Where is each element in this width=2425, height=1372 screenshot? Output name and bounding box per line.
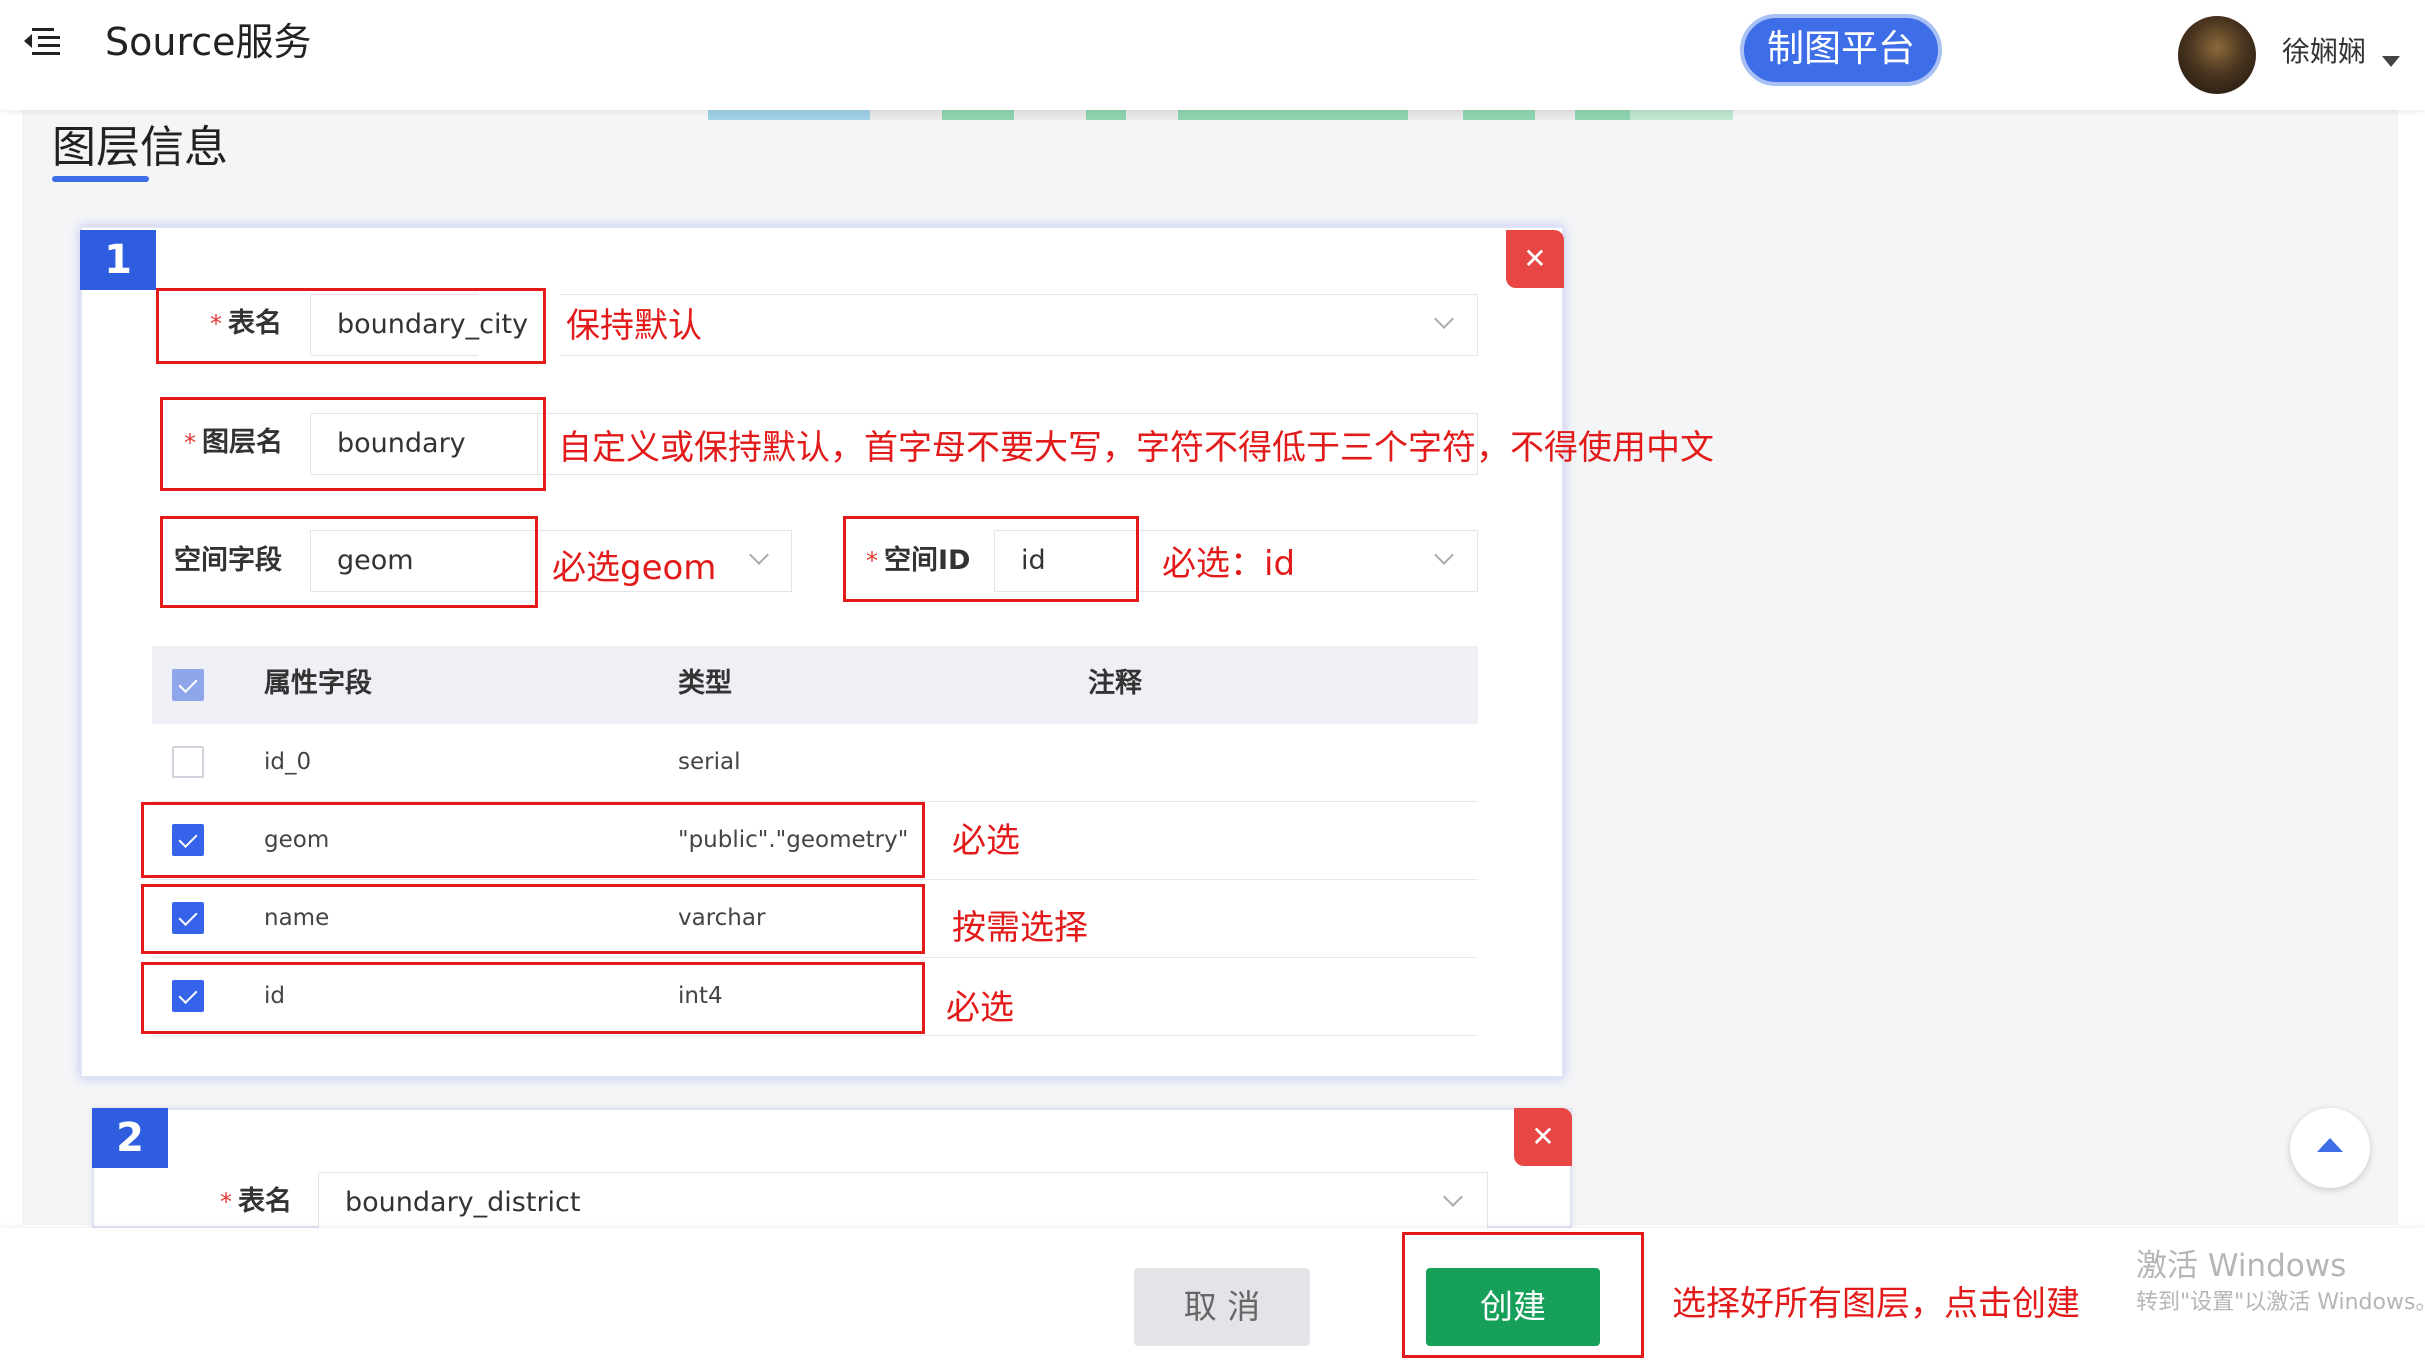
- row-divider: [152, 1035, 1478, 1036]
- annotation-box: [156, 288, 546, 364]
- cancel-button[interactable]: 取 消: [1134, 1268, 1310, 1346]
- user-name[interactable]: 徐娴娴: [2282, 30, 2366, 74]
- back-to-top-button[interactable]: [2290, 1108, 2370, 1188]
- activation-watermark-title: 激活 Windows: [2136, 1248, 2347, 1284]
- top-header: Source服务 制图平台 徐娴娴: [0, 0, 2425, 110]
- row-type: serial: [678, 749, 741, 775]
- annotation-keep-default: 保持默认: [566, 306, 702, 346]
- annotation-create-hint: 选择好所有图层，点击创建: [1672, 1284, 2080, 1324]
- layer-index-badge: 2: [92, 1108, 168, 1168]
- select-all-checkbox[interactable]: [172, 669, 204, 701]
- annotation-required-geom: 必选: [952, 821, 1020, 861]
- row-checkbox[interactable]: [172, 746, 204, 778]
- annotation-box: [843, 516, 1139, 602]
- column-header-comment: 注释: [1088, 668, 1142, 699]
- platform-button[interactable]: 制图平台: [1740, 14, 1942, 86]
- annotation-box: [160, 397, 546, 491]
- annotation-required-id: 必选: [946, 988, 1014, 1028]
- close-icon[interactable]: ✕: [1514, 1108, 1572, 1166]
- decorative-strip: [708, 110, 1733, 120]
- section-underline: [52, 176, 149, 182]
- column-header-type: 类型: [678, 668, 732, 699]
- annotation-layer-name-hint: 自定义或保持默认，首字母不要大写，字符不得低于三个字符，不得使用中文: [558, 428, 1714, 468]
- annotation-geom-hint: 必选geom: [552, 548, 717, 588]
- annotation-optional-name: 按需选择: [952, 908, 1088, 948]
- activation-watermark-subtitle: 转到"设置"以激活 Windows。: [2136, 1290, 2425, 1315]
- chevron-down-icon[interactable]: [2382, 56, 2400, 67]
- annotation-box: [141, 884, 925, 954]
- column-header-field: 属性字段: [264, 668, 372, 699]
- layer-index-badge: 1: [80, 230, 156, 290]
- menu-fold-icon[interactable]: [24, 26, 60, 58]
- app-title: Source服务: [105, 20, 312, 64]
- row-divider: [152, 879, 1478, 880]
- row-divider: [152, 957, 1478, 958]
- annotation-box: [1402, 1232, 1644, 1358]
- row-field: id_0: [264, 749, 312, 775]
- annotation-id-hint: 必选：id: [1162, 544, 1296, 584]
- section-title: 图层信息: [52, 122, 228, 173]
- annotation-box: [141, 962, 925, 1034]
- table-name-select[interactable]: boundary_district: [318, 1172, 1488, 1234]
- avatar[interactable]: [2178, 16, 2256, 94]
- table-name-label: * 表名: [220, 1186, 292, 1217]
- close-icon[interactable]: ✕: [1506, 230, 1564, 288]
- annotation-box: [141, 802, 925, 878]
- annotation-box: [160, 516, 538, 608]
